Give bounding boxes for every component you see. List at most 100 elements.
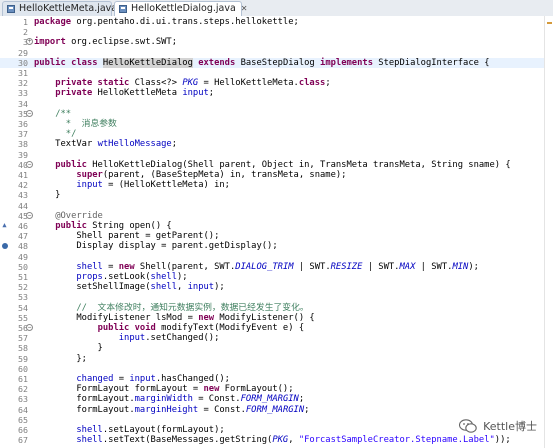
code-token: shell	[76, 261, 103, 272]
fold-expand-icon[interactable]: +	[26, 38, 33, 46]
code-token: StepDialogInterface {	[373, 57, 490, 68]
overview-ruler[interactable]	[544, 16, 553, 448]
code-line[interactable]: 43 }	[0, 190, 545, 200]
code-line[interactable]: 36 * 消息参数	[0, 119, 545, 129]
code-line[interactable]: 3+import org.eclipse.swt.SWT;	[0, 37, 545, 47]
code-token: input	[187, 282, 215, 293]
code-line[interactable]: 58 }	[0, 343, 545, 353]
code-line[interactable]: 54 // 文本修改时，通知元数据实例，数据已经发生了变化。	[0, 303, 545, 313]
line-number: 40	[18, 159, 28, 170]
code-token: Display display = parent.getDisplay();	[34, 241, 278, 252]
warning-marker[interactable]	[547, 22, 552, 24]
code-line[interactable]: 49	[0, 252, 545, 262]
code-line[interactable]: 64 formLayout.marginHeight = Const.FORM_…	[0, 405, 545, 415]
code-line[interactable]: 51 props.setLook(shell);	[0, 272, 545, 282]
line-number: 1	[23, 17, 28, 27]
code-line[interactable]: 45− @Override	[0, 211, 545, 221]
java-file-icon	[119, 5, 127, 13]
code-line[interactable]: 41 super(parent, (BaseStepMeta) in, tran…	[0, 170, 545, 180]
code-line[interactable]: 60	[0, 364, 545, 374]
code-token: PKG	[182, 78, 199, 89]
code-line[interactable]: 1 package org.pentaho.di.ui.trans.steps.h…	[0, 17, 545, 27]
code-line[interactable]: 57 input.setChanged();	[0, 333, 545, 343]
code-token: = Const.	[198, 404, 246, 415]
code-token: }	[34, 190, 61, 201]
code-token: = (HelloKettleMeta) in;	[102, 180, 230, 191]
code-line[interactable]: 59 };	[0, 354, 545, 364]
code-line[interactable]: 34	[0, 99, 545, 109]
wechat-icon	[459, 419, 477, 433]
code-token: public	[55, 159, 87, 170]
code-token: = HelloKettleMeta.	[198, 78, 299, 89]
code-line[interactable]: 44	[0, 201, 545, 211]
line-number: 50	[18, 261, 28, 272]
code-token: BaseStepDialog	[235, 57, 321, 68]
code-line[interactable]: 32 private static Class<?> PKG = HelloKe…	[0, 78, 545, 88]
code-line[interactable]: 56− public void modifyText(ModifyEvent e…	[0, 323, 545, 333]
line-code: input.setChanged();	[34, 333, 220, 343]
line-code: ModifyListener lsMod = new ModifyListene…	[34, 313, 314, 323]
line-code: input = (HelloKettleMeta) in;	[34, 180, 230, 190]
code-line[interactable]: 35− /**	[0, 109, 545, 119]
line-code: props.setLook(shell);	[34, 272, 187, 282]
tab-label: HelloKettleDialog.java	[131, 3, 236, 14]
line-code: Shell parent = getParent();	[34, 231, 219, 241]
line-code: // 文本修改时，通知元数据实例，数据已经发生了变化。	[34, 303, 308, 313]
fold-collapse-icon[interactable]: −	[26, 160, 33, 168]
code-line[interactable]: 50 shell = new Shell(parent, SWT.DIALOG_…	[0, 262, 545, 272]
code-line[interactable]: 47 Shell parent = getParent();	[0, 231, 545, 241]
code-token: }	[34, 343, 103, 354]
code-line[interactable]: 40− public HelloKettleDialog(Shell paren…	[0, 160, 545, 170]
code-token: RESIZE	[330, 261, 363, 272]
line-number: 36	[18, 119, 28, 129]
line-number: 31	[18, 68, 28, 78]
code-token: wtHelloMessage	[97, 139, 172, 150]
code-line[interactable]: 38 TextVar wtHelloMessage;	[0, 139, 545, 149]
fold-collapse-icon[interactable]: −	[26, 324, 33, 331]
fold-collapse-icon[interactable]: −	[26, 211, 33, 219]
line-number: 29	[18, 47, 28, 58]
code-token: );	[468, 261, 479, 272]
override-icon[interactable]: ▲	[1, 222, 8, 229]
line-number: 60	[18, 363, 28, 374]
line-number: 37	[18, 129, 28, 140]
code-token: formLayout.	[34, 404, 135, 415]
code-line[interactable]: 29	[0, 48, 545, 58]
code-line[interactable]: 30 public class HelloKettleDialog extends…	[0, 57, 545, 68]
code-token: );	[214, 282, 225, 293]
code-token: private static	[55, 78, 130, 89]
code-line[interactable]: 48 Display display = parent.getDisplay()…	[0, 241, 545, 251]
tab-hello-kettle-meta[interactable]: HelloKettleMeta.java	[2, 1, 117, 16]
fold-collapse-icon[interactable]: −	[26, 109, 33, 117]
java-file-icon	[7, 5, 15, 13]
code-line[interactable]: 63 formLayout.marginWidth = Const.FORM_M…	[0, 394, 545, 404]
close-icon[interactable]: ✕	[241, 4, 248, 13]
code-token: extends	[198, 57, 236, 68]
code-line[interactable]: 55 ModifyListener lsMod = new ModifyList…	[0, 313, 545, 323]
line-code: public String open() {	[34, 221, 172, 231]
code-line[interactable]: 53	[0, 292, 545, 302]
code-editor[interactable]: 1 package org.pentaho.di.ui.trans.steps.h…	[0, 16, 553, 448]
code-line[interactable]: 2	[0, 27, 545, 37]
code-line[interactable]: 62 FormLayout formLayout = new FormLayou…	[0, 384, 545, 394]
line-number: 63	[18, 394, 28, 405]
code-token: input	[129, 374, 156, 384]
code-line[interactable]: 39	[0, 150, 545, 160]
code-line[interactable]: 33 private HelloKettleMeta input;	[0, 88, 545, 98]
code-line[interactable]: 42 input = (HelloKettleMeta) in;	[0, 180, 545, 190]
code-token: import	[34, 37, 66, 48]
line-number: 66	[18, 425, 28, 435]
code-line[interactable]: 37 */	[0, 129, 545, 139]
code-line[interactable]: 31	[0, 68, 545, 78]
tab-hello-kettle-dialog[interactable]: HelloKettleDialog.java ✕	[114, 1, 248, 17]
code-line[interactable]: 61 changed = input.hasChanged();	[0, 374, 545, 384]
line-number: 33	[18, 88, 28, 99]
code-line[interactable]: 46 ▲ public String open() {	[0, 221, 545, 231]
code-token: FormLayout formLayout =	[34, 384, 204, 395]
code-token: org.pentaho.di.ui.trans.steps.hellokettl…	[71, 17, 299, 27]
code-line[interactable]: 52 setShellImage(shell, input);	[0, 282, 545, 292]
